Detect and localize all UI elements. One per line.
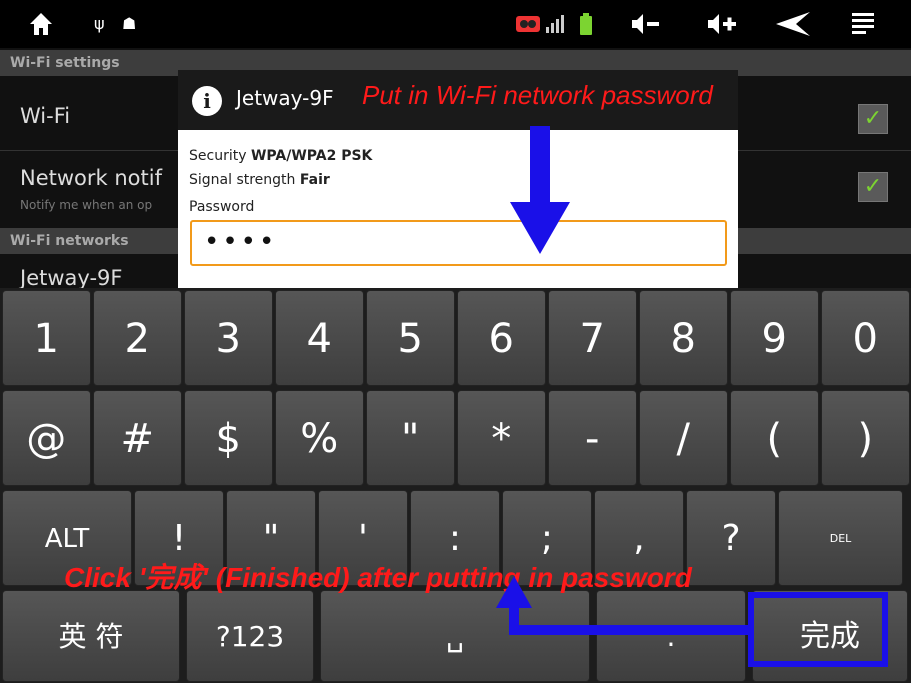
key-symbol-5[interactable]: * <box>457 390 546 486</box>
menu-icon[interactable] <box>852 0 876 54</box>
key-symbol-6[interactable]: - <box>548 390 637 486</box>
network-item-jetway[interactable]: Jetway-9F <box>20 266 122 290</box>
wifi-icon <box>516 0 540 52</box>
key-2[interactable]: 2 <box>93 290 182 386</box>
key-label: 7 <box>579 316 605 362</box>
key-label: 2 <box>124 316 150 362</box>
network-notification-subtitle: Notify me when an op <box>20 198 153 212</box>
key-label: 6 <box>488 316 514 362</box>
info-icon: i <box>192 86 222 116</box>
key-4[interactable]: 4 <box>275 290 364 386</box>
wifi-toggle-title: Wi-Fi <box>20 104 71 128</box>
down-arrow-icon <box>510 126 570 254</box>
key-symbol-1[interactable]: # <box>93 390 182 486</box>
key-label: ) <box>857 416 874 462</box>
signal-value: Fair <box>299 172 330 188</box>
key-5[interactable]: 5 <box>366 290 455 386</box>
key-label: ( <box>766 416 783 462</box>
signal-icon <box>545 0 567 52</box>
security-value: WPA/WPA2 PSK <box>250 148 373 164</box>
wifi-password-dialog: i Jetway-9F Put in Wi-Fi network passwor… <box>178 70 738 288</box>
volume-down-icon[interactable] <box>630 0 662 54</box>
key-question[interactable]: ? <box>686 490 776 586</box>
period-key[interactable]: . <box>596 590 746 682</box>
annotation-password-hint: Put in Wi-Fi network password <box>362 80 713 110</box>
key-label: " <box>401 416 420 462</box>
key-3[interactable]: 3 <box>184 290 273 386</box>
signal-label: Signal strength <box>189 172 296 188</box>
symbols-123-key[interactable]: ?123 <box>186 590 314 682</box>
key-symbol-7[interactable]: / <box>639 390 728 486</box>
key-9[interactable]: 9 <box>730 290 819 386</box>
android-debug-icon: ☗ <box>122 14 137 33</box>
usb-icon: ψ <box>94 14 105 33</box>
key-label: % <box>300 416 339 462</box>
key-label: $ <box>215 416 241 462</box>
key-label: ␣ <box>446 620 464 653</box>
key-label: ?123 <box>215 620 285 653</box>
key-symbol-4[interactable]: " <box>366 390 455 486</box>
key-label: 8 <box>670 316 696 362</box>
key-label: # <box>120 416 154 462</box>
dialog-title: Jetway-9F <box>236 86 334 110</box>
network-notification-title: Network notif <box>20 166 162 190</box>
password-input[interactable]: •••• <box>190 220 727 266</box>
key-symbol-8[interactable]: ( <box>730 390 819 486</box>
key-label: ? <box>721 518 741 559</box>
key-symbol-9[interactable]: ) <box>821 390 910 486</box>
back-icon[interactable] <box>776 0 812 54</box>
key-6[interactable]: 6 <box>457 290 546 386</box>
done-key-highlight <box>748 592 888 667</box>
network-notification-checkbox[interactable]: ✓ <box>858 172 888 202</box>
signal-line: Signal strength Fair <box>189 172 330 188</box>
key-label: 4 <box>306 316 332 362</box>
key-8[interactable]: 8 <box>639 290 728 386</box>
language-key[interactable]: 英 符 <box>2 590 180 682</box>
key-label: 9 <box>761 316 787 362</box>
key-symbol-3[interactable]: % <box>275 390 364 486</box>
status-bar: ψ ☗ <box>0 0 911 48</box>
space-key[interactable]: ␣ <box>320 590 590 682</box>
key-label: 1 <box>33 316 59 362</box>
key-10[interactable]: 0 <box>821 290 910 386</box>
key-label: 0 <box>852 316 878 362</box>
key-label: 5 <box>397 316 423 362</box>
security-label: Security <box>189 148 247 164</box>
volume-up-icon[interactable] <box>706 0 740 54</box>
security-line: Security WPA/WPA2 PSK <box>189 148 372 164</box>
key-label: 3 <box>215 316 241 362</box>
delete-key[interactable]: DEL <box>778 490 903 586</box>
password-label: Password <box>189 199 255 215</box>
wifi-checkbox[interactable]: ✓ <box>858 104 888 134</box>
key-label: . <box>666 620 676 653</box>
key-1[interactable]: 1 <box>2 290 91 386</box>
key-symbol-2[interactable]: $ <box>184 390 273 486</box>
key-label: DEL <box>829 532 852 545</box>
annotation-finish-hint: Click '完成' (Finished) after putting in p… <box>64 562 692 593</box>
home-icon[interactable] <box>28 0 54 55</box>
key-7[interactable]: 7 <box>548 290 637 386</box>
dialog-header: i Jetway-9F Put in Wi-Fi network passwor… <box>178 70 738 130</box>
key-symbol-0[interactable]: @ <box>2 390 91 486</box>
key-label: - <box>585 416 600 462</box>
key-label: 英 符 <box>58 620 124 653</box>
key-label: @ <box>26 416 67 462</box>
key-label: / <box>676 416 690 462</box>
battery-icon <box>580 0 592 53</box>
key-label: * <box>491 416 512 462</box>
